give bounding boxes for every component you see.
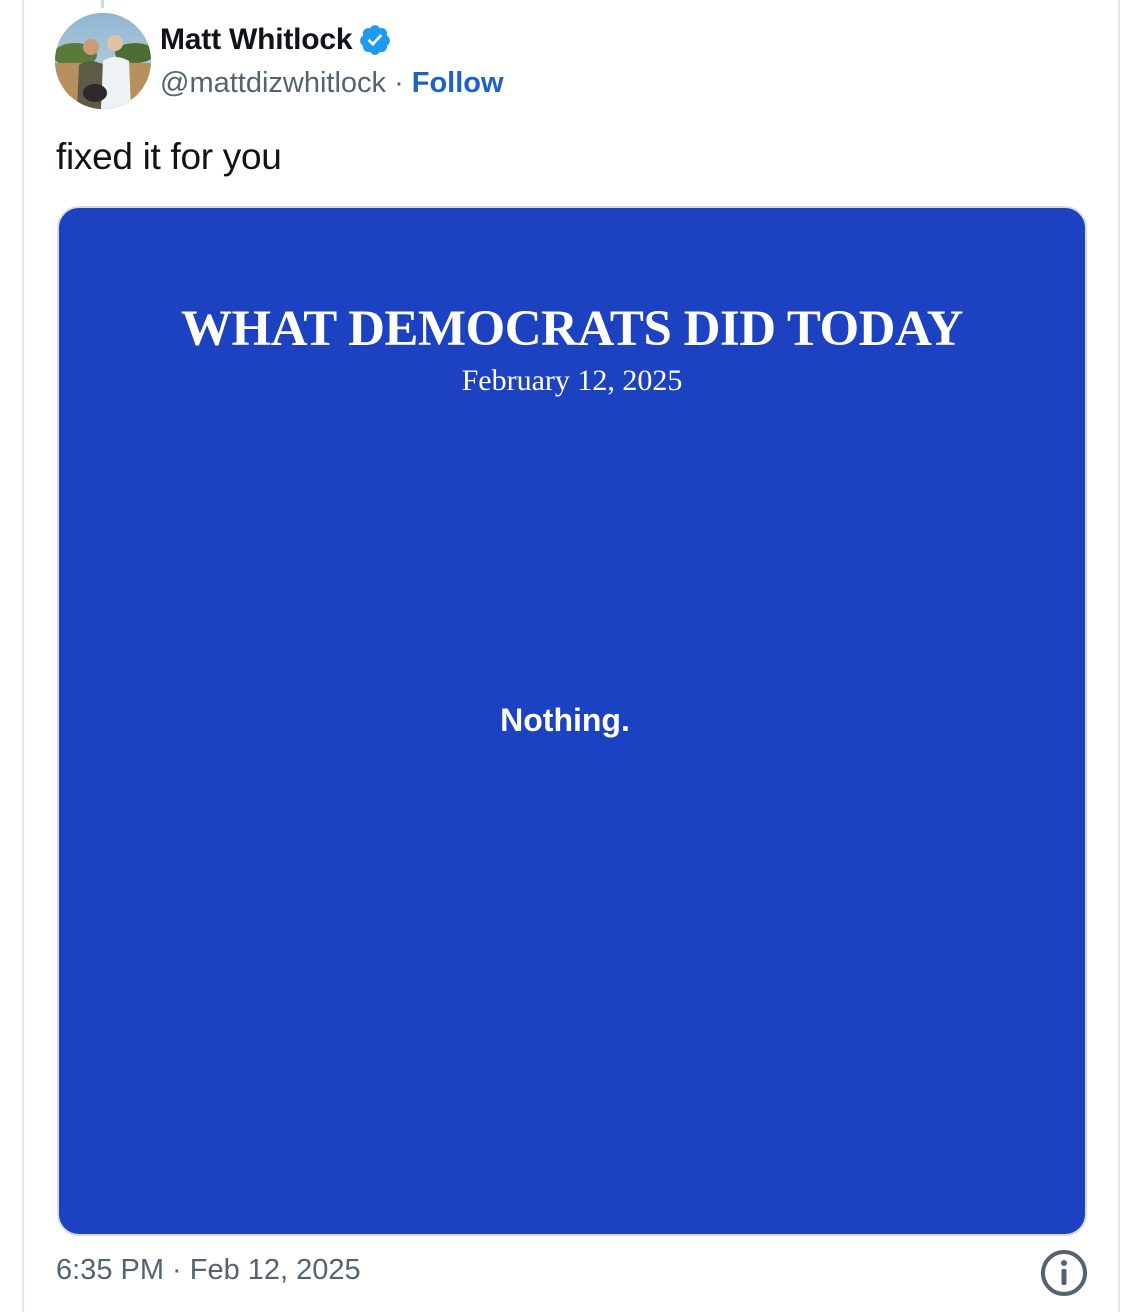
author-handle[interactable]: @mattdizwhitlock: [160, 67, 386, 100]
media-body-text: Nothing.: [500, 702, 630, 738]
info-icon[interactable]: [1039, 1248, 1089, 1298]
tweet-timestamp[interactable]: 6:35 PM · Feb 12, 2025: [56, 1254, 361, 1287]
author-handle-row: @mattdizwhitlock · Follow: [160, 64, 504, 102]
media-title: WHAT DEMOCRATS DID TODAY: [181, 301, 963, 357]
follow-button[interactable]: Follow: [412, 67, 504, 100]
tweet-text: fixed it for you: [56, 136, 282, 177]
tweet-media-image[interactable]: WHAT DEMOCRATS DID TODAY February 12, 20…: [57, 206, 1087, 1236]
separator-dot: ·: [394, 66, 404, 99]
media-date: February 12, 2025: [461, 364, 683, 397]
author-name-row: Matt Whitlock: [160, 20, 392, 60]
author-display-name[interactable]: Matt Whitlock: [160, 23, 353, 57]
thread-connector-line: [101, 0, 104, 8]
media-inner-panel: [191, 413, 957, 1133]
avatar[interactable]: [55, 13, 151, 109]
verified-badge-icon: [358, 23, 392, 57]
